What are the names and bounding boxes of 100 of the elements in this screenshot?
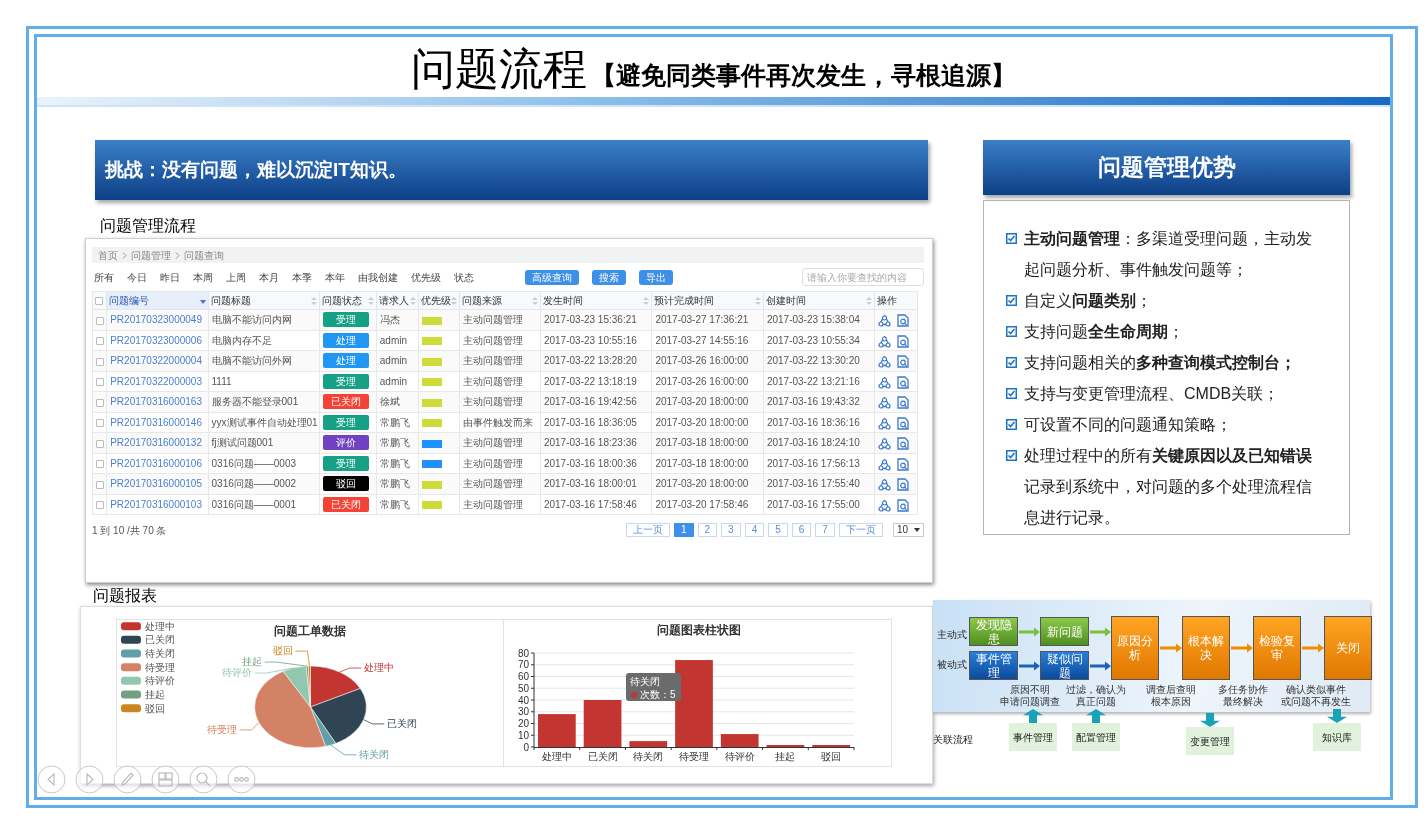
- status-badge: 受理: [323, 455, 369, 471]
- filter-link[interactable]: 优先级: [411, 269, 441, 285]
- process-step: 检验复审: [1253, 616, 1301, 680]
- search-button[interactable]: 搜索: [592, 269, 626, 285]
- breadcrumb-link[interactable]: 首页: [98, 247, 118, 263]
- axis-label: 挂起: [775, 751, 796, 762]
- table-cell: 主动问题管理: [459, 494, 541, 515]
- advantage-text: 主动问题管理：多渠道受理问题，主动发起问题分析、事件触发问题等；: [1024, 229, 1313, 280]
- step-note: 真正问题: [1076, 696, 1116, 708]
- table-cell: 电脑内存不足: [208, 330, 320, 351]
- table-cell: 2017-03-20 17:58:46: [651, 494, 764, 515]
- table-cell: 主动问题管理: [459, 330, 541, 351]
- table-cell: admin: [376, 371, 419, 392]
- legend-label: 已关闭: [144, 634, 175, 646]
- table-cell: 2017-03-23 10:55:16: [540, 330, 652, 351]
- advantage-text: 支持问题相关的多种查询模式控制台；: [1024, 353, 1296, 373]
- next-page-button[interactable]: 下一页: [838, 523, 883, 537]
- process-step: 新问题: [1040, 617, 1089, 646]
- breadcrumb-link[interactable]: 问题管理: [131, 247, 171, 263]
- table-cell: 2017-03-18 18:00:00: [651, 453, 764, 474]
- step-note: 最终解决: [1223, 696, 1263, 708]
- table-cell: 2017-03-16 17:58:46: [540, 494, 652, 515]
- advanced-search-button[interactable]: 高级查询: [525, 269, 579, 285]
- search-field[interactable]: 请输入你要查找的内容: [802, 268, 924, 286]
- table-cell: 2017-03-22 13:21:16: [763, 371, 875, 392]
- previous-page-button[interactable]: 上一页: [625, 523, 670, 537]
- status-badge: 已关闭: [323, 496, 369, 512]
- breadcrumb-link[interactable]: 问题查询: [184, 247, 224, 263]
- step-note: 过滤，确认为: [1066, 684, 1126, 696]
- process-step: 疑似问题: [1040, 651, 1089, 680]
- status-badge: 受理: [323, 373, 369, 389]
- filter-link[interactable]: 状态: [454, 269, 474, 285]
- challenge-banner: 挑战：没有问题，难以沉淀IT知识。: [95, 140, 928, 200]
- table-cell: 常鹏飞: [376, 494, 419, 515]
- table-cell: 0316问题——0001: [208, 494, 320, 515]
- slice-label: 挂起: [241, 656, 262, 668]
- legend-label: 待评价: [144, 675, 175, 687]
- page-button[interactable]: 5: [768, 523, 788, 537]
- table-cell: admin: [376, 330, 419, 351]
- axis-label: 处理中: [541, 751, 572, 762]
- step-note: 调查后查明: [1146, 684, 1196, 696]
- advantages-header: 问题管理优势: [983, 140, 1350, 195]
- filter-link[interactable]: 本月: [259, 269, 279, 285]
- axis-label: 10: [517, 729, 529, 741]
- legend-label: 处理中: [144, 620, 175, 632]
- section-label: 问题报表: [93, 586, 158, 606]
- legend-label: 驳回: [144, 702, 165, 714]
- chart-title: 问题工单数据: [274, 624, 347, 639]
- filter-link[interactable]: 所有: [94, 269, 114, 285]
- axis-label: 70: [517, 659, 529, 671]
- advantage-text: 支持问题全生命周期；: [1024, 322, 1184, 342]
- status-badge: 已关闭: [323, 394, 369, 410]
- slice-label: 已关闭: [387, 717, 418, 729]
- mode-label: 被动式: [937, 658, 967, 672]
- filter-link[interactable]: 由我创建: [358, 269, 398, 285]
- table-cell: 主动问题管理: [459, 371, 541, 392]
- related-process: 知识库: [1313, 723, 1361, 751]
- table-cell: 2017-03-23 10:55:34: [763, 330, 875, 351]
- table-cell: 常鹏飞: [376, 453, 419, 474]
- slice-label: 待受理: [206, 723, 237, 735]
- page-button[interactable]: 4: [744, 523, 765, 537]
- export-button[interactable]: 导出: [639, 269, 673, 285]
- status-badge: 处理: [323, 353, 369, 369]
- table-cell: 2017-03-27 14:55:16: [651, 330, 764, 351]
- table-cell: 2017-03-16 17:55:00: [763, 494, 875, 515]
- axis-label: 驳回: [821, 751, 842, 762]
- status-badge: 受理: [323, 414, 369, 430]
- page-button[interactable]: 6: [791, 523, 812, 537]
- legend-label: 待关闭: [144, 648, 175, 659]
- table-cell: 2017-03-16 17:56:13: [763, 453, 875, 474]
- table-cell: 1111: [208, 371, 320, 392]
- record-summary: 1 到 10 /共 70 条: [92, 523, 167, 538]
- table-cell: 主动问题管理: [459, 453, 541, 474]
- related-process: 事件管理: [1009, 723, 1057, 751]
- step-note: 多任务协作: [1218, 684, 1268, 696]
- filter-link[interactable]: 上周: [226, 269, 246, 285]
- axis-label: 待受理: [679, 751, 709, 762]
- table-cell: 2017-03-26 16:00:00: [651, 371, 764, 392]
- filter-link[interactable]: 今日: [127, 269, 147, 285]
- page-button[interactable]: 2: [697, 523, 718, 537]
- filter-link[interactable]: 本年: [325, 269, 345, 285]
- page-button[interactable]: 1: [673, 523, 694, 537]
- chart-title: 问题图表柱状图: [657, 623, 741, 637]
- process-step: 关闭: [1324, 616, 1372, 680]
- page-button[interactable]: 7: [815, 523, 835, 537]
- page-button[interactable]: 3: [721, 523, 741, 537]
- process-step: 原因分析: [1111, 616, 1159, 680]
- step-note: 申请问题调查: [1000, 696, 1060, 708]
- mode-label: 主动式: [937, 628, 967, 642]
- step-note: 或问题不再发生: [1281, 696, 1351, 708]
- filter-link[interactable]: 昨日: [160, 269, 180, 285]
- table-cell: yyx测试事件自动处理01: [208, 412, 320, 433]
- table-cell: 2017-03-22 13:18:19: [540, 371, 652, 392]
- page-size-select[interactable]: 10: [892, 523, 924, 537]
- filter-link[interactable]: 本周: [193, 269, 213, 285]
- axis-label: 20: [517, 718, 529, 729]
- tooltip-title: 待关闭: [630, 676, 660, 687]
- axis-label: 80: [517, 647, 529, 659]
- filter-link[interactable]: 本季: [292, 269, 312, 285]
- slice-label: 待评价: [221, 667, 252, 679]
